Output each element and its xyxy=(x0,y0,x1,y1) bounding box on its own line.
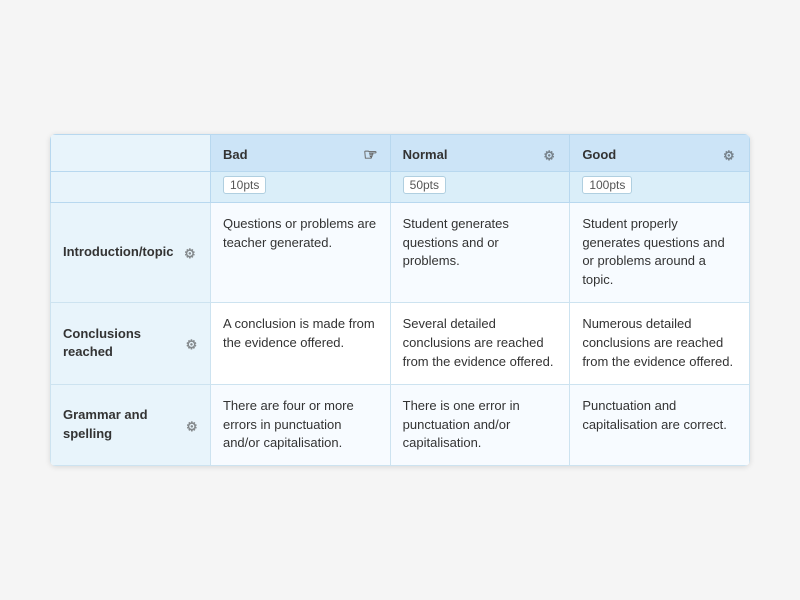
rubric-table-wrapper: Bad ☞ Normal ⚙ Good ⚙ xyxy=(50,134,750,466)
col-header-normal[interactable]: Normal ⚙ xyxy=(390,134,570,171)
pts-bad-cell: 10pts xyxy=(210,171,390,202)
row-header-2[interactable]: Grammar and spelling ⚙ xyxy=(51,384,211,466)
gear-icon-row-0[interactable]: ⚙ xyxy=(184,245,198,259)
cell-good-2: Punctuation and capitalisation are corre… xyxy=(570,384,750,466)
cell-bad-2: There are four or more errors in punctua… xyxy=(210,384,390,466)
row-header-1[interactable]: Conclusions reached ⚙ xyxy=(51,303,211,385)
cursor-icon[interactable]: ☞ xyxy=(363,145,377,165)
cell-normal-0: Student generates questions and or probl… xyxy=(390,202,570,302)
table-row: Grammar and spelling ⚙ There are four or m… xyxy=(51,384,750,466)
pts-normal-cell: 50pts xyxy=(390,171,570,202)
gear-icon-row-2[interactable]: ⚙ xyxy=(186,418,198,432)
pts-bad: 10pts xyxy=(223,176,266,194)
cell-good-1: Numerous detailed conclusions are reache… xyxy=(570,303,750,385)
table-row: Conclusions reached ⚙ A conclusion is made… xyxy=(51,303,750,385)
pts-normal: 50pts xyxy=(403,176,446,194)
col-header-bad[interactable]: Bad ☞ xyxy=(210,134,390,171)
row-header-label-1: Conclusions reached xyxy=(63,325,180,363)
column-pts-row: 10pts 50pts 100pts xyxy=(51,171,750,202)
col-normal-label: Normal xyxy=(403,147,448,162)
col-header-good[interactable]: Good ⚙ xyxy=(570,134,750,171)
column-header-row: Bad ☞ Normal ⚙ Good ⚙ xyxy=(51,134,750,171)
pts-good-cell: 100pts xyxy=(570,171,750,202)
cell-normal-1: Several detailed conclusions are reached… xyxy=(390,303,570,385)
cell-good-0: Student properly generates questions and… xyxy=(570,202,750,302)
row-header-label-0: Introduction/topic xyxy=(63,243,173,262)
cell-bad-0: Questions or problems are teacher genera… xyxy=(210,202,390,302)
header-empty-cell xyxy=(51,134,211,171)
row-header-label-2: Grammar and spelling xyxy=(63,406,180,444)
gear-icon-row-1[interactable]: ⚙ xyxy=(186,336,198,350)
table-row: Introduction/topic ⚙ Questions or problems… xyxy=(51,202,750,302)
pts-good: 100pts xyxy=(582,176,632,194)
gear-icon-good[interactable]: ⚙ xyxy=(723,148,737,162)
cell-normal-2: There is one error in punctuation and/or… xyxy=(390,384,570,466)
pts-empty-cell xyxy=(51,171,211,202)
rubric-table: Bad ☞ Normal ⚙ Good ⚙ xyxy=(50,134,750,466)
col-good-label: Good xyxy=(582,147,616,162)
cell-bad-1: A conclusion is made from the evidence o… xyxy=(210,303,390,385)
col-bad-label: Bad xyxy=(223,147,248,162)
gear-icon-normal[interactable]: ⚙ xyxy=(543,148,557,162)
row-header-0[interactable]: Introduction/topic ⚙ xyxy=(51,202,211,302)
